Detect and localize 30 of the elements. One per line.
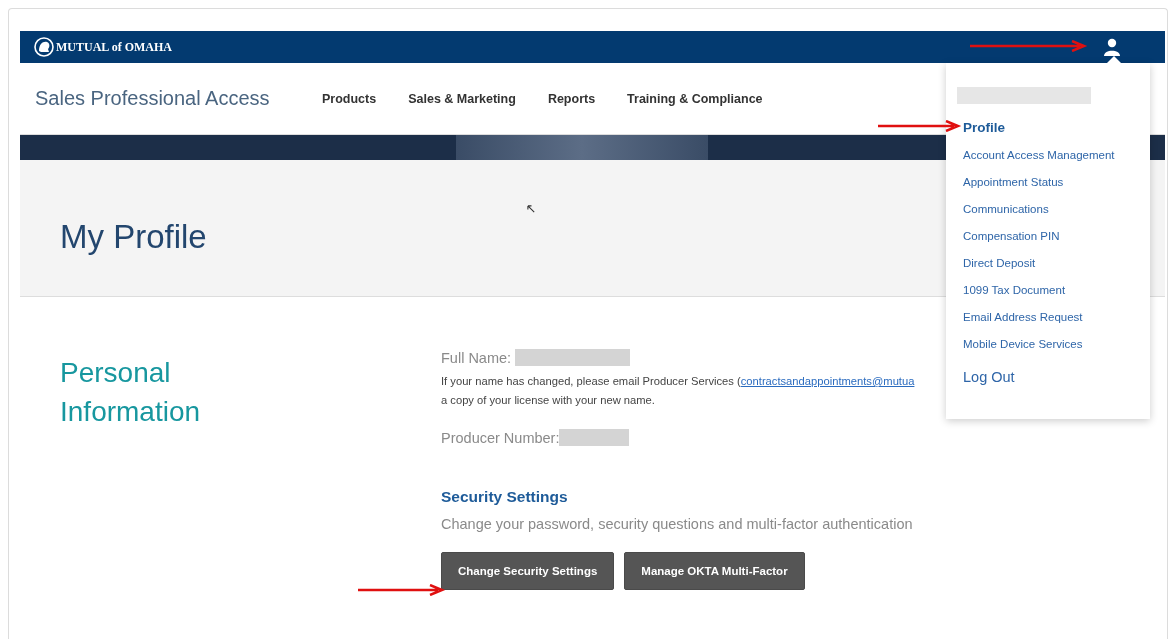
- action-button[interactable]: Change Security Settings: [441, 552, 615, 590]
- menu-item[interactable]: Compensation PIN: [963, 227, 1140, 254]
- user-icon[interactable]: [1103, 38, 1121, 56]
- menu-item[interactable]: 1099 Tax Document: [963, 281, 1140, 308]
- field-label: Full Name:: [441, 349, 512, 366]
- site-title: Sales Professional Access: [35, 87, 271, 110]
- menu-item[interactable]: Mobile Device Services: [963, 335, 1140, 362]
- logo-text[interactable]: MUTUAL of OMAHA: [56, 39, 172, 55]
- menu-item[interactable]: Profile: [963, 119, 1140, 146]
- name-change-note: If your name has changed, please email Producer Services (contractsandappointments@mutua a copy of your license with your new name.: [441, 374, 916, 408]
- menu-item[interactable]: Communications: [963, 200, 1140, 227]
- security-heading: Security Settings: [441, 488, 569, 506]
- page-title: My Profile: [60, 218, 207, 256]
- field-label: Producer Number:: [441, 429, 560, 446]
- section-title: Personal Information: [60, 356, 202, 429]
- nav-link[interactable]: Sales & Marketing: [408, 91, 516, 106]
- menu-item[interactable]: Appointment Status: [963, 173, 1140, 200]
- nav-link[interactable]: Reports: [547, 91, 596, 106]
- action-button[interactable]: Manage OKTA Multi-Factor: [624, 552, 805, 590]
- menu-item[interactable]: Log Out: [963, 368, 1140, 395]
- cursor-icon: [527, 205, 536, 214]
- nav-link[interactable]: Training & Compliance: [627, 91, 763, 106]
- nav-link[interactable]: Products: [322, 91, 377, 106]
- security-description: Change your password, security questions and multi-factor authentication: [441, 516, 914, 532]
- redacted-bar: [559, 429, 630, 446]
- logo-icon: [34, 37, 54, 57]
- email-link[interactable]: contractsandappointments@mutua: [740, 375, 915, 387]
- menu-item[interactable]: Direct Deposit: [963, 254, 1140, 281]
- menu-item[interactable]: Email Address Request: [963, 308, 1140, 335]
- menu-item[interactable]: Account Access Management: [963, 146, 1140, 173]
